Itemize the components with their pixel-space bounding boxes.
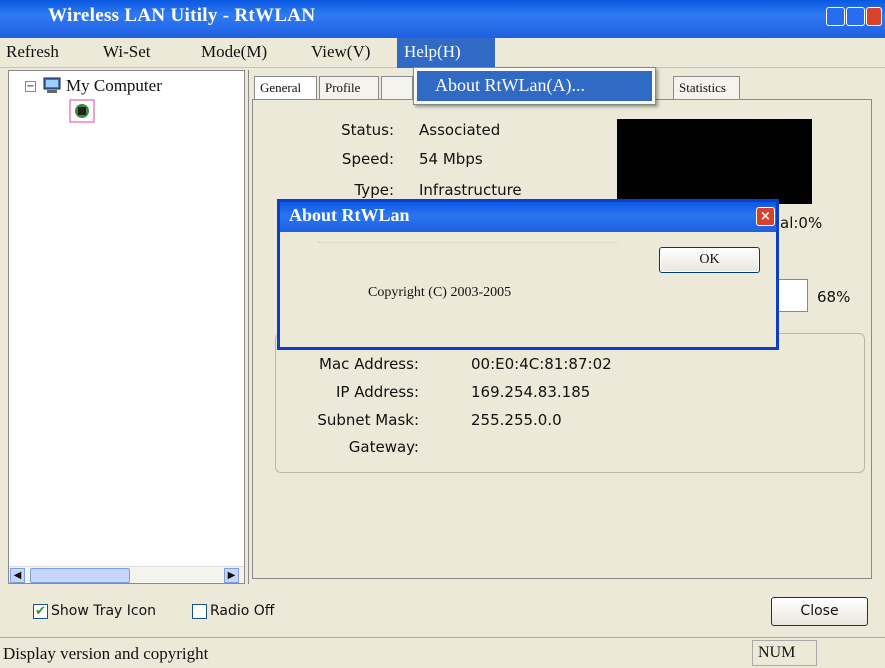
computer-icon (43, 77, 61, 93)
scroll-left-icon[interactable]: ◀ (10, 568, 25, 583)
tab-general[interactable]: General (254, 76, 317, 100)
mac-address-label: Mac Address: (319, 355, 419, 373)
menu-help-label: Help(H) (404, 42, 461, 61)
menu-help[interactable]: Help(H) (397, 38, 495, 68)
window-title: Wireless LAN Uitily - RtWLAN (48, 5, 316, 26)
type-value: Infrastructure (419, 181, 522, 199)
maximize-icon[interactable] (846, 7, 865, 26)
dialog-divider (318, 242, 618, 244)
status-label: Status: (341, 121, 394, 139)
help-dropdown-menu: About RtWLan(A)... (413, 67, 656, 105)
ip-address-label: IP Address: (335, 383, 419, 401)
num-lock-indicator: NUM (758, 644, 796, 661)
show-tray-icon-checkbox[interactable]: ✔ (33, 604, 48, 619)
dialog-title-bar[interactable]: About RtWLan × (280, 202, 776, 232)
gateway-label: Gateway: (348, 438, 419, 456)
close-window-icon[interactable] (866, 7, 882, 26)
tree-horizontal-scrollbar[interactable]: ◀ ▶ (9, 566, 244, 583)
close-button[interactable]: Close (771, 597, 868, 626)
subnet-mask-label: Subnet Mask: (317, 411, 419, 429)
title-bar[interactable]: Wireless LAN Uitily - RtWLAN (0, 0, 885, 38)
ok-button[interactable]: OK (659, 247, 760, 273)
speed-label: Speed: (341, 150, 394, 168)
subnet-mask-value: 255.255.0.0 (471, 411, 562, 429)
menu-refresh[interactable]: Refresh (6, 42, 59, 62)
type-label: Type: (354, 181, 394, 199)
network-info-box (617, 119, 812, 204)
menu-view[interactable]: View(V) (311, 42, 370, 62)
tab-profile[interactable]: Profile (319, 76, 379, 100)
show-tray-icon-label[interactable]: Show Tray Icon (51, 603, 156, 619)
link-quality-bar (778, 279, 808, 312)
about-dialog: About RtWLan × Copyright (C) 2003-2005 O… (277, 199, 779, 350)
copyright-text: Copyright (C) 2003-2005 (368, 285, 512, 300)
num-indicator-panel: NUM (752, 640, 817, 666)
mac-address-value: 00:E0:4C:81:87:02 (471, 355, 612, 373)
scroll-right-icon[interactable]: ▶ (224, 568, 239, 583)
menu-wi-set[interactable]: Wi-Set (103, 42, 150, 62)
main-window: Wireless LAN Uitily - RtWLAN Refresh Wi-… (0, 0, 885, 668)
link-quality-text: 68% (817, 288, 851, 306)
ip-address-value: 169.254.83.185 (471, 383, 591, 401)
status-text: Display version and copyright (3, 644, 209, 663)
tab-statistics[interactable]: Statistics (673, 76, 740, 100)
tab-hidden[interactable] (381, 76, 413, 100)
collapse-icon[interactable]: − (25, 81, 36, 92)
dialog-title: About RtWLan (289, 205, 410, 225)
minimize-icon[interactable] (826, 7, 845, 26)
tree-root-label[interactable]: My Computer (66, 76, 162, 96)
radio-off-label[interactable]: Radio Off (210, 603, 274, 619)
speed-value: 54 Mbps (419, 150, 483, 168)
dialog-close-icon[interactable]: × (756, 207, 775, 226)
wireless-adapter-icon[interactable] (69, 99, 95, 123)
status-bar: Display version and copyright NUM (0, 637, 885, 668)
signal-strength-text: al:0% (780, 214, 823, 232)
status-value: Associated (419, 121, 501, 139)
about-menu-item[interactable]: About RtWLan(A)... (417, 71, 652, 101)
radio-off-checkbox[interactable] (192, 604, 207, 619)
scroll-thumb[interactable] (30, 568, 130, 583)
device-tree[interactable]: − My Computer (8, 70, 245, 584)
menu-mode[interactable]: Mode(M) (201, 42, 267, 62)
